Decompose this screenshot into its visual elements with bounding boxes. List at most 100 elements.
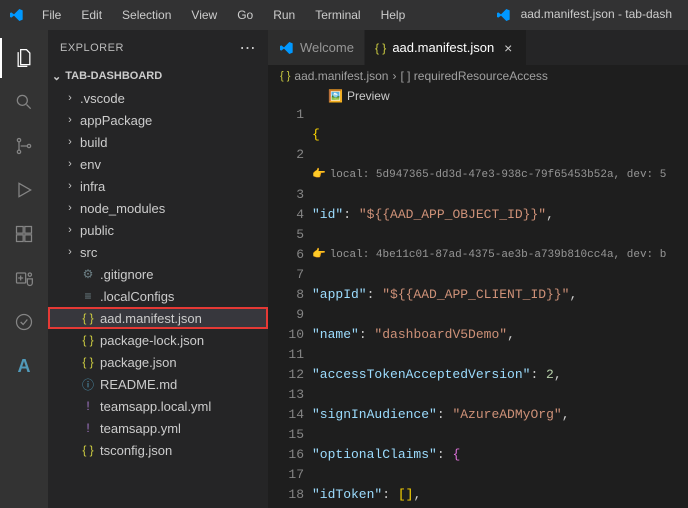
tree-folder[interactable]: › env bbox=[48, 153, 268, 175]
file-tree: ›.vscode ›appPackage ›build ›env ›infra … bbox=[48, 87, 268, 508]
json-icon: { } bbox=[280, 70, 290, 82]
tree-label: package.json bbox=[100, 355, 177, 370]
code-str: AzureADMyOrg bbox=[460, 407, 554, 422]
activity-files[interactable] bbox=[0, 38, 48, 78]
close-icon[interactable]: × bbox=[500, 40, 516, 56]
tree-label: aad.manifest.json bbox=[100, 311, 202, 326]
json-icon: { } bbox=[375, 41, 386, 55]
chevron-right-icon: › bbox=[64, 224, 76, 236]
menu-file[interactable]: File bbox=[34, 4, 69, 26]
code-lines[interactable]: { 👉local: 5d947365-dd3d-47e3-938c-79f654… bbox=[312, 105, 688, 508]
main: A EXPLORER ⋯ ⌄ TAB-DASHBOARD ›.vscode ›a… bbox=[0, 30, 688, 508]
window-title-text: aad.manifest.json - tab-dash bbox=[521, 7, 672, 21]
tree-file[interactable]: ≡ .localConfigs bbox=[48, 285, 268, 307]
tree-folder[interactable]: ›build bbox=[48, 131, 268, 153]
json-icon: { } bbox=[80, 442, 96, 458]
tree-label: README.md bbox=[100, 377, 177, 392]
preview-bar[interactable]: 🖼️ Preview bbox=[268, 87, 688, 105]
tree-file[interactable]: { }package.json bbox=[48, 351, 268, 373]
activity-debug[interactable] bbox=[0, 170, 48, 210]
tab-welcome[interactable]: Welcome bbox=[268, 30, 365, 65]
exclaim-icon: ! bbox=[80, 420, 96, 436]
editor-area: Welcome { } aad.manifest.json × { } aad.… bbox=[268, 30, 688, 508]
code-editor[interactable]: 1 2 3 4 5 6 7 8 9 10 11 12 13 14 15 16 1… bbox=[268, 105, 688, 508]
run-debug-icon bbox=[14, 180, 34, 200]
menu-view[interactable]: View bbox=[183, 4, 225, 26]
chevron-right-icon: › bbox=[392, 69, 396, 83]
explorer-more-icon[interactable]: ⋯ bbox=[240, 38, 257, 58]
breadcrumb-item[interactable]: aad.manifest.json bbox=[294, 69, 388, 83]
tab-label: aad.manifest.json bbox=[392, 40, 494, 55]
chevron-right-icon: › bbox=[64, 246, 76, 258]
menu-go[interactable]: Go bbox=[229, 4, 261, 26]
tree-label: .gitignore bbox=[100, 267, 153, 282]
activity-teams[interactable] bbox=[0, 258, 48, 298]
info-icon: ⓘ bbox=[80, 376, 96, 392]
source-control-icon bbox=[14, 136, 34, 156]
tree-folder[interactable]: ›appPackage bbox=[48, 109, 268, 131]
chevron-down-icon: ⌄ bbox=[52, 70, 61, 83]
activity-check[interactable] bbox=[0, 302, 48, 342]
tree-label: build bbox=[80, 135, 107, 150]
preview-label: Preview bbox=[347, 89, 390, 103]
code-num: 2 bbox=[546, 365, 554, 385]
tree-folder[interactable]: ›.vscode bbox=[48, 87, 268, 109]
gear-icon: ⚙ bbox=[80, 266, 96, 282]
tree-file[interactable]: ⚙ .gitignore bbox=[48, 263, 268, 285]
tab-aad-manifest[interactable]: { } aad.manifest.json × bbox=[365, 30, 527, 65]
breadcrumb[interactable]: { } aad.manifest.json › [ ] requiredReso… bbox=[268, 65, 688, 87]
tree-folder[interactable]: › node_modules bbox=[48, 197, 268, 219]
tree-file[interactable]: { } tsconfig.json bbox=[48, 439, 268, 461]
tree-file[interactable]: { } package-lock.json bbox=[48, 329, 268, 351]
menu-run[interactable]: Run bbox=[265, 4, 303, 26]
menu-edit[interactable]: Edit bbox=[73, 4, 110, 26]
activity-search[interactable] bbox=[0, 82, 48, 122]
codelens-hint: local: 5d947365-dd3d-47e3-938c-79f65453b… bbox=[330, 165, 667, 185]
menu-help[interactable]: Help bbox=[373, 4, 414, 26]
activity-extensions[interactable] bbox=[0, 214, 48, 254]
code-str: ${{AAD_APP_CLIENT_ID}} bbox=[390, 287, 562, 302]
breadcrumb-item[interactable]: [ ] requiredResourceAccess bbox=[400, 69, 547, 83]
tree-label: teamsapp.local.yml bbox=[100, 399, 211, 414]
preview-icon: 🖼️ bbox=[328, 89, 343, 103]
gear-icon: ≡ bbox=[80, 288, 96, 304]
tree-file[interactable]: !teamsapp.local.yml bbox=[48, 395, 268, 417]
menu-terminal[interactable]: Terminal bbox=[307, 4, 368, 26]
tree-file-aad-manifest[interactable]: { }aad.manifest.json bbox=[48, 307, 268, 329]
tree-label: .localConfigs bbox=[100, 289, 174, 304]
tab-label: Welcome bbox=[300, 40, 354, 55]
sidebar-header: EXPLORER ⋯ bbox=[48, 30, 268, 65]
tree-folder[interactable]: ›src bbox=[48, 241, 268, 263]
window-title: aad.manifest.json - tab-dash bbox=[417, 7, 680, 23]
tree-file[interactable]: ! teamsapp.yml bbox=[48, 417, 268, 439]
explorer-title: EXPLORER bbox=[60, 42, 124, 54]
tree-label: env bbox=[80, 157, 101, 172]
activity-azure[interactable]: A bbox=[0, 346, 48, 386]
tree-folder[interactable]: › public bbox=[48, 219, 268, 241]
menu-selection[interactable]: Selection bbox=[114, 4, 179, 26]
tree-folder[interactable]: ›infra bbox=[48, 175, 268, 197]
chevron-right-icon: › bbox=[64, 114, 76, 126]
tree-label: package-lock.json bbox=[100, 333, 204, 348]
chevron-right-icon: › bbox=[64, 180, 76, 192]
tree-label: public bbox=[80, 223, 114, 238]
vscode-icon bbox=[278, 40, 294, 56]
tree-label: node_modules bbox=[80, 201, 165, 216]
folder-section-header[interactable]: ⌄ TAB-DASHBOARD bbox=[48, 65, 268, 87]
root-folder-name: TAB-DASHBOARD bbox=[65, 70, 162, 82]
chevron-right-icon: › bbox=[64, 158, 76, 170]
vscode-logo-icon bbox=[495, 7, 511, 23]
line-gutter: 1 2 3 4 5 6 7 8 9 10 11 12 13 14 15 16 1… bbox=[268, 105, 312, 508]
codelens-hint: local: 4be11c01-87ad-4375-ae3b-a739b810c… bbox=[330, 245, 667, 265]
tree-label: teamsapp.yml bbox=[100, 421, 181, 436]
sidebar: EXPLORER ⋯ ⌄ TAB-DASHBOARD ›.vscode ›app… bbox=[48, 30, 268, 508]
tree-label: .vscode bbox=[80, 91, 125, 106]
titlebar: File Edit Selection View Go Run Terminal… bbox=[0, 0, 688, 30]
activity-scm[interactable] bbox=[0, 126, 48, 166]
azure-icon: A bbox=[18, 356, 31, 377]
tree-file[interactable]: ⓘ README.md bbox=[48, 373, 268, 395]
tree-label: tsconfig.json bbox=[100, 443, 172, 458]
vscode-logo-icon bbox=[8, 7, 24, 23]
json-icon: { } bbox=[80, 332, 96, 348]
chevron-right-icon: › bbox=[64, 202, 76, 214]
